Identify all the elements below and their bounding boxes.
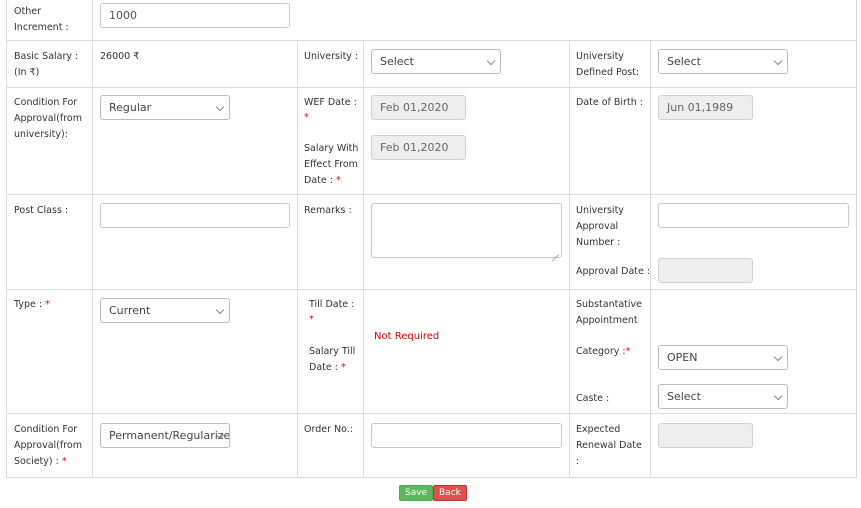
type-label-text: Type : xyxy=(14,299,43,310)
wef-date-label: WEF Date : xyxy=(304,97,357,108)
col-divider xyxy=(650,40,651,478)
other-increment-label: Other Increment : xyxy=(14,6,69,33)
chevron-down-icon xyxy=(215,102,225,112)
basic-salary-value: 26000 ₹ xyxy=(100,51,140,62)
required-marker: * xyxy=(340,362,346,373)
order-no-input[interactable] xyxy=(371,423,562,448)
university-selected: Select xyxy=(380,55,414,68)
col-divider xyxy=(92,0,93,478)
required-marker: * xyxy=(625,346,631,357)
col-divider xyxy=(363,40,364,478)
university-select[interactable]: Select xyxy=(371,49,501,74)
type-selected: Current xyxy=(109,304,151,317)
salary-effect-date-label-text: Salary With Effect From Date : xyxy=(304,143,359,186)
university-approval-number-label: University Approval Number : xyxy=(576,205,624,248)
salary-till-date-label: Salary Till Date : * xyxy=(309,344,359,376)
condition-university-selected: Regular xyxy=(109,101,152,114)
row-divider xyxy=(6,289,857,290)
required-marker: * xyxy=(61,456,67,467)
category-select[interactable]: OPEN xyxy=(658,345,788,370)
required-marker: * xyxy=(335,175,341,186)
expected-renewal-date-label: Expected Renewal Date : xyxy=(576,424,642,467)
category-label: Category :* xyxy=(576,344,630,360)
col-divider xyxy=(297,40,298,478)
type-select[interactable]: Current xyxy=(100,298,230,323)
remarks-textarea[interactable] xyxy=(371,203,562,258)
chevron-down-icon xyxy=(215,305,225,315)
expected-renewal-date-input[interactable] xyxy=(658,423,753,448)
post-class-input[interactable] xyxy=(100,203,290,228)
university-defined-post-label: University Defined Post: xyxy=(576,51,640,78)
chevron-down-icon xyxy=(773,352,783,362)
other-increment-input[interactable]: 1000 xyxy=(100,3,290,28)
salary-effect-date-label: Salary With Effect From Date : * xyxy=(304,141,360,189)
chevron-down-icon xyxy=(773,391,783,401)
salary-till-date-label-text: Salary Till Date : xyxy=(309,346,356,373)
chevron-down-icon xyxy=(773,56,783,66)
required-marker: * xyxy=(45,299,50,310)
university-defined-post-selected: Select xyxy=(667,55,701,68)
row-divider xyxy=(6,87,857,88)
order-no-label: Order No.: xyxy=(304,424,353,435)
university-approval-number-input[interactable] xyxy=(658,203,849,228)
post-class-label: Post Class : xyxy=(14,205,69,216)
row-divider xyxy=(6,40,857,41)
date-of-birth-input[interactable]: Jun 01,1989 xyxy=(658,95,753,120)
date-of-birth-label: Date of Birth : xyxy=(576,97,643,108)
basic-salary-label: Basic Salary : (In ₹) xyxy=(14,51,79,78)
caste-label: Caste : xyxy=(576,393,610,404)
category-label-text: Category : xyxy=(576,346,626,357)
caste-selected: Select xyxy=(667,390,701,403)
resize-handle-icon[interactable] xyxy=(552,248,559,255)
caste-select[interactable]: Select xyxy=(658,384,788,409)
remarks-label: Remarks : xyxy=(304,205,352,216)
row-divider xyxy=(6,413,857,414)
approval-date-input[interactable] xyxy=(658,258,753,283)
save-button[interactable]: Save xyxy=(399,485,434,501)
wef-date-input[interactable]: Feb 01,2020 xyxy=(371,95,466,120)
col-divider xyxy=(569,40,570,478)
condition-society-select[interactable]: Permanent/Regularized xyxy=(100,423,230,448)
approval-date-label: Approval Date : xyxy=(576,266,651,277)
salary-effect-date-input[interactable]: Feb 01,2020 xyxy=(371,135,466,160)
condition-university-label: Condition For Approval(from university): xyxy=(14,97,82,140)
not-required-text: Not Required xyxy=(374,331,440,342)
condition-society-selected: Permanent/Regularized xyxy=(109,429,230,442)
university-label: University : xyxy=(304,51,359,62)
substantative-label: Substantative Appointment xyxy=(576,299,642,326)
university-defined-post-select[interactable]: Select xyxy=(658,49,788,74)
required-marker: * xyxy=(309,314,314,325)
type-label: Type : * xyxy=(14,297,50,313)
condition-university-select[interactable]: Regular xyxy=(100,95,230,120)
chevron-down-icon xyxy=(486,56,496,66)
category-selected: OPEN xyxy=(667,351,698,364)
condition-society-label-text: Condition For Approval(from Society) : xyxy=(14,424,82,467)
condition-society-label: Condition For Approval(from Society) : * xyxy=(14,422,90,470)
row-divider xyxy=(6,194,857,195)
till-date-label: Till Date : xyxy=(309,299,355,310)
back-button[interactable]: Back xyxy=(433,485,467,501)
required-marker: * xyxy=(304,112,309,123)
